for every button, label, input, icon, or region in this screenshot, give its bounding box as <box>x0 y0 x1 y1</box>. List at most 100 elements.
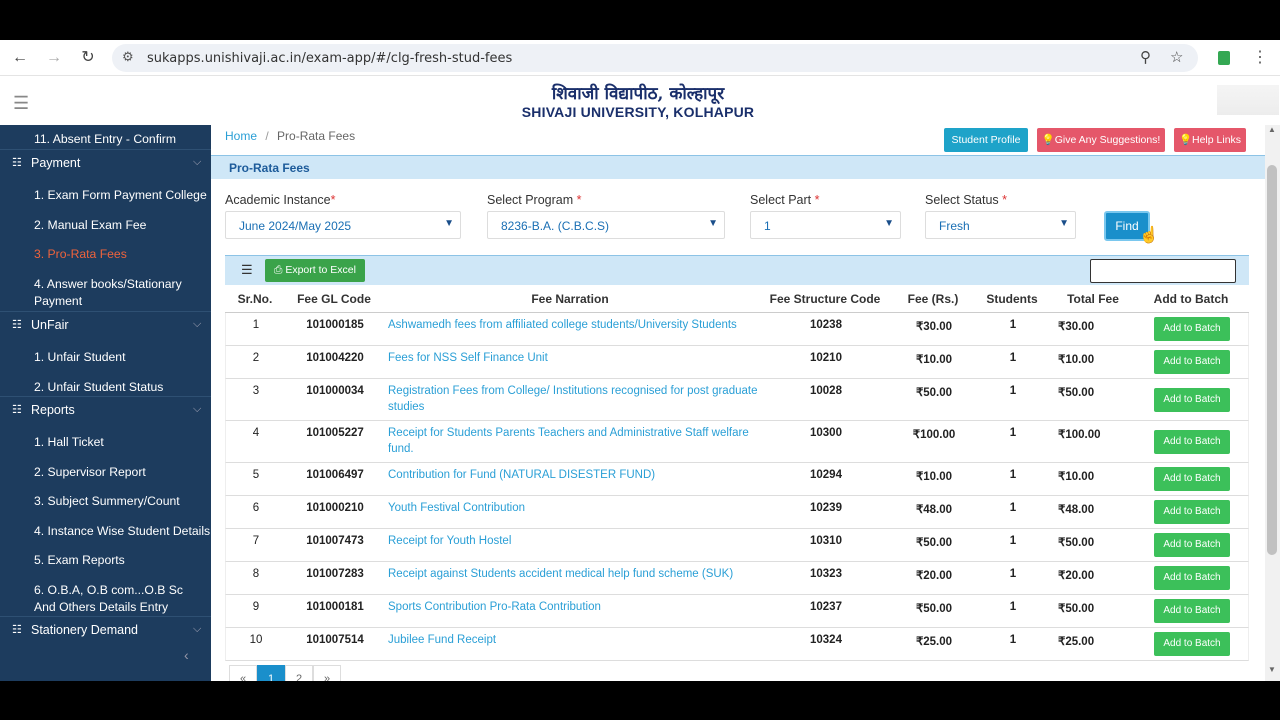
hand-cursor-icon: ☝ <box>1139 227 1159 244</box>
cell-gl-code: 101006497 <box>306 469 364 481</box>
chevron-down-icon: ▼ <box>884 218 894 229</box>
export-excel-button[interactable]: ⎙ Export to Excel <box>265 259 365 282</box>
sidebar-item[interactable]: 11. Absent Entry - Confirm <box>34 131 176 148</box>
add-to-batch-button[interactable]: Add to Batch <box>1154 317 1230 341</box>
cell-gl-code: 101007473 <box>306 535 364 547</box>
suggestions-button[interactable]: 💡Give Any Suggestions! <box>1037 128 1165 152</box>
table-toolbar: ☰ ⎙ Export to Excel <box>225 255 1249 285</box>
pager-next[interactable]: » <box>313 665 341 681</box>
student-profile-button[interactable]: Student Profile <box>944 128 1028 152</box>
sidebar-item[interactable]: 6. O.B.A, O.B com...O.B Sc And Others De… <box>34 582 204 616</box>
column-menu-icon[interactable]: ☰ <box>241 262 253 278</box>
help-links-button[interactable]: 💡Help Links <box>1174 128 1246 152</box>
cell-fee: ₹10.00 <box>915 354 953 366</box>
table-row: 7 101007473 Receipt for Youth Hostel 10310 ₹… <box>225 529 1249 562</box>
cell-narration[interactable]: Registration Fees from College/ Institut… <box>388 383 760 415</box>
cell-narration[interactable]: Receipt for Youth Hostel <box>388 533 760 549</box>
cell-narration[interactable]: Fees for NSS Self Finance Unit <box>388 350 760 366</box>
sidebar-item[interactable]: 3. Pro-Rata Fees <box>34 246 127 263</box>
cell-total-fee: ₹50.00 <box>1058 537 1095 549</box>
cell-total-fee: ₹30.00 <box>1058 321 1095 333</box>
sidebar-section-label: Payment <box>31 156 81 170</box>
table-search-input[interactable] <box>1090 259 1236 283</box>
add-to-batch-button[interactable]: Add to Batch <box>1154 467 1230 491</box>
sidebar-item[interactable]: 2. Unfair Student Status <box>34 379 163 396</box>
pager-page-1[interactable]: 1 <box>257 665 285 681</box>
site-info-icon[interactable]: ⚙ <box>122 49 134 65</box>
extension-icon[interactable] <box>1218 51 1230 65</box>
cell-srno: 3 <box>252 385 260 397</box>
header-srno: Sr.No. <box>237 292 273 306</box>
back-icon[interactable]: ← <box>10 48 30 68</box>
sidebar-section-label: Stationery Demand <box>31 623 139 637</box>
cell-srno: 8 <box>252 568 260 580</box>
sidebar-item[interactable]: 4. Instance Wise Student Details <box>34 523 210 540</box>
program-select[interactable]: 8236-B.A. (C.B.C.S) ▼ <box>487 211 725 239</box>
scrollbar-thumb[interactable] <box>1267 165 1277 555</box>
export-excel-label: Export to Excel <box>285 264 356 276</box>
sidebar-section-reports[interactable]: ☷ Reports ⌵ <box>0 396 211 422</box>
sidebar-section-stationery-demand[interactable]: ☷ Stationery Demand ⌵ <box>0 616 211 642</box>
sitemap-icon: ☷ <box>12 404 22 416</box>
page-scrollbar[interactable]: ▲ ▼ <box>1265 125 1280 681</box>
sidebar-item[interactable]: 3. Subject Summery/Count <box>34 493 180 510</box>
sidebar-item[interactable]: 2. Manual Exam Fee <box>34 217 146 234</box>
add-to-batch-button[interactable]: Add to Batch <box>1154 632 1230 656</box>
add-to-batch-button[interactable]: Add to Batch <box>1154 388 1230 412</box>
part-select[interactable]: 1 ▼ <box>750 211 901 239</box>
sidebar-item[interactable]: 1. Unfair Student <box>34 349 125 366</box>
sidebar-section-unfair[interactable]: ☷ UnFair ⌵ <box>0 311 211 337</box>
academic-instance-value: June 2024/May 2025 <box>239 219 352 233</box>
cell-gl-code: 101004220 <box>306 352 364 364</box>
forward-icon[interactable]: → <box>44 48 64 68</box>
academic-instance-select[interactable]: June 2024/May 2025 ▼ <box>225 211 461 239</box>
cell-narration[interactable]: Jubilee Fund Receipt <box>388 632 760 648</box>
cell-fee: ₹25.00 <box>915 636 953 648</box>
header-decoration <box>1217 85 1279 115</box>
panel-title: Pro-Rata Fees <box>229 161 310 175</box>
add-to-batch-button[interactable]: Add to Batch <box>1154 566 1230 590</box>
url-text[interactable]: sukapps.unishivaji.ac.in/exam-app/#/clg-… <box>147 51 512 66</box>
cell-narration[interactable]: Ashwamedh fees from affiliated college s… <box>388 317 760 333</box>
cell-structure-code: 10324 <box>810 634 842 646</box>
pager-prev[interactable]: « <box>229 665 257 681</box>
cell-narration[interactable]: Contribution for Fund (NATURAL DISESTER … <box>388 467 760 483</box>
zoom-icon[interactable]: ⚲ <box>1140 48 1151 66</box>
breadcrumb-home[interactable]: Home <box>225 129 257 143</box>
table-row: 8 101007283 Receipt against Students accid… <box>225 562 1249 595</box>
sidebar-item[interactable]: 1. Hall Ticket <box>34 434 104 451</box>
scroll-up-icon[interactable]: ▲ <box>1268 125 1276 134</box>
scroll-down-icon[interactable]: ▼ <box>1268 665 1276 674</box>
sidebar-item[interactable]: 5. Exam Reports <box>34 552 125 569</box>
sidebar-item[interactable]: 1. Exam Form Payment College <box>34 187 207 204</box>
add-to-batch-button[interactable]: Add to Batch <box>1154 350 1230 374</box>
sidebar-item[interactable]: 2. Supervisor Report <box>34 464 146 481</box>
add-to-batch-button[interactable]: Add to Batch <box>1154 533 1230 557</box>
cell-narration[interactable]: Sports Contribution Pro-Rata Contributio… <box>388 599 760 615</box>
bookmark-star-icon[interactable]: ☆ <box>1170 48 1183 66</box>
cell-structure-code: 10310 <box>810 535 842 547</box>
cell-narration[interactable]: Receipt for Students Parents Teachers an… <box>388 425 760 457</box>
sidebar-section-payment[interactable]: ☷ Payment ⌵ <box>0 149 211 175</box>
collapse-sidebar-icon[interactable]: ‹ <box>184 647 189 663</box>
chevron-down-icon: ▼ <box>444 218 454 229</box>
reload-icon[interactable]: ↻ <box>78 48 98 68</box>
cell-narration[interactable]: Receipt against Students accident medica… <box>388 566 760 582</box>
sidebar-item[interactable]: 4. Answer books/Stationary Payment <box>34 276 204 310</box>
cell-gl-code: 101000181 <box>306 601 364 613</box>
table-row: 10 101007514 Jubilee Fund Receipt 10324 ₹25.… <box>225 628 1249 661</box>
sitemap-icon: ☷ <box>12 624 22 636</box>
chevron-down-icon: ▼ <box>1059 218 1069 229</box>
table-body: 1 101000185 Ashwamedh fees from affiliated… <box>225 313 1249 661</box>
add-to-batch-button[interactable]: Add to Batch <box>1154 500 1230 524</box>
chevron-down-icon: ⌵ <box>193 623 202 635</box>
pager-page-2[interactable]: 2 <box>285 665 313 681</box>
browser-menu-icon[interactable]: ⋮ <box>1252 47 1268 67</box>
cell-narration[interactable]: Youth Festival Contribution <box>388 500 760 516</box>
program-value: 8236-B.A. (C.B.C.S) <box>501 219 610 233</box>
cell-structure-code: 10239 <box>810 502 842 514</box>
status-select[interactable]: Fresh ▼ <box>925 211 1076 239</box>
add-to-batch-button[interactable]: Add to Batch <box>1154 599 1230 623</box>
add-to-batch-button[interactable]: Add to Batch <box>1154 430 1230 454</box>
address-bar[interactable]: ⚙ sukapps.unishivaji.ac.in/exam-app/#/cl… <box>112 44 1198 72</box>
